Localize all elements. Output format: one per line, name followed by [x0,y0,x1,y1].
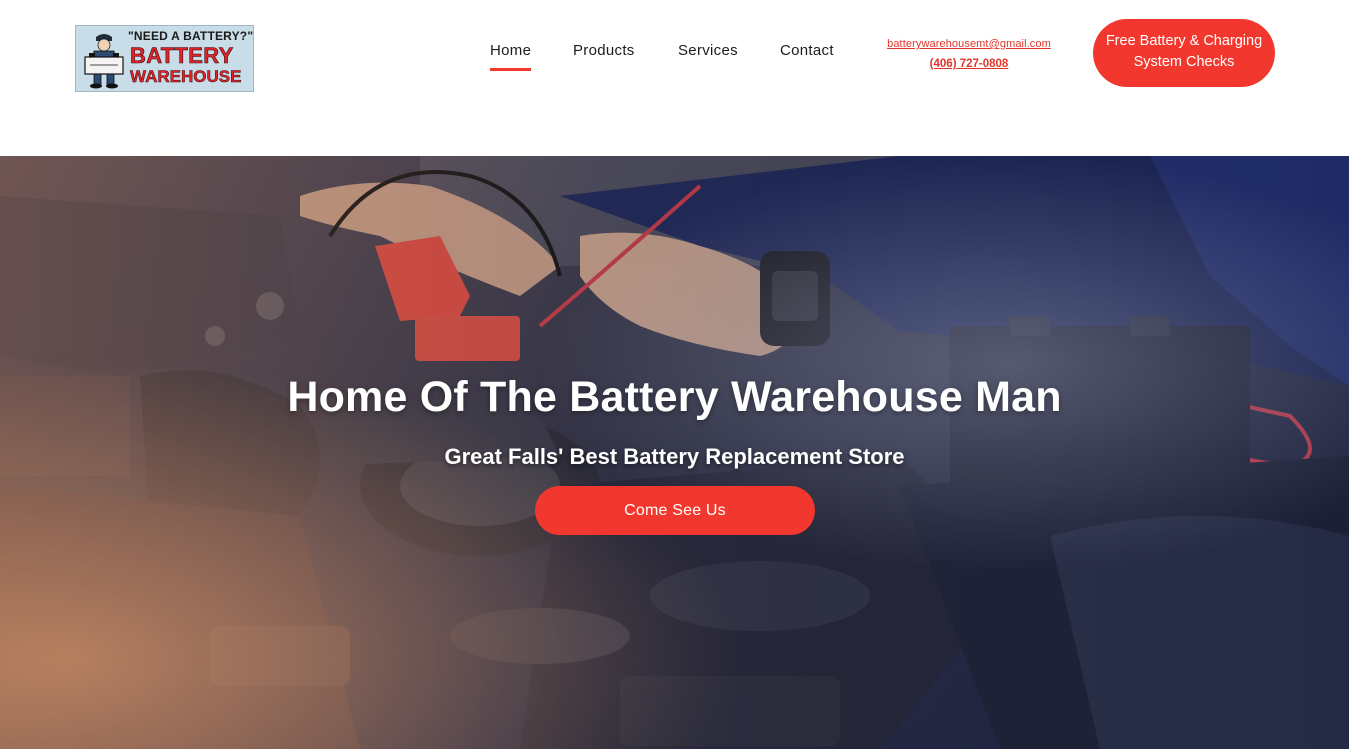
logo-brand-warehouse: WAREHOUSE [130,67,242,87]
nav-products[interactable]: Products [573,42,635,59]
hero-subtitle: Great Falls' Best Battery Replacement St… [444,444,905,469]
hero-section: Home Of The Battery Warehouse Man Great … [0,156,1349,749]
logo-brand-battery: BATTERY [130,43,234,69]
site-header: "NEED A BATTERY?" BATTERY WAREHOUSE Home… [0,0,1349,156]
logo-tagline: "NEED A BATTERY?" [128,29,254,43]
contact-info: batterywarehousemt@gmail.com (406) 727-0… [862,38,1076,70]
nav-contact[interactable]: Contact [780,42,834,59]
email-link[interactable]: batterywarehousemt@gmail.com [862,38,1076,50]
battery-man-mascot-icon [84,34,124,89]
free-battery-check-button[interactable]: Free Battery & Charging System Checks [1093,19,1275,87]
nav-services[interactable]: Services [678,42,738,59]
hero-title: Home Of The Battery Warehouse Man [287,373,1062,421]
come-see-us-button[interactable]: Come See Us [535,486,815,535]
free-battery-check-line1: Free Battery & Charging [1105,33,1263,49]
battery-warehouse-logo[interactable]: "NEED A BATTERY?" BATTERY WAREHOUSE [75,25,254,92]
free-battery-check-line2: System Checks [1133,54,1235,70]
nav-home[interactable]: Home [490,42,532,71]
phone-link[interactable]: (406) 727-0808 [862,58,1076,70]
